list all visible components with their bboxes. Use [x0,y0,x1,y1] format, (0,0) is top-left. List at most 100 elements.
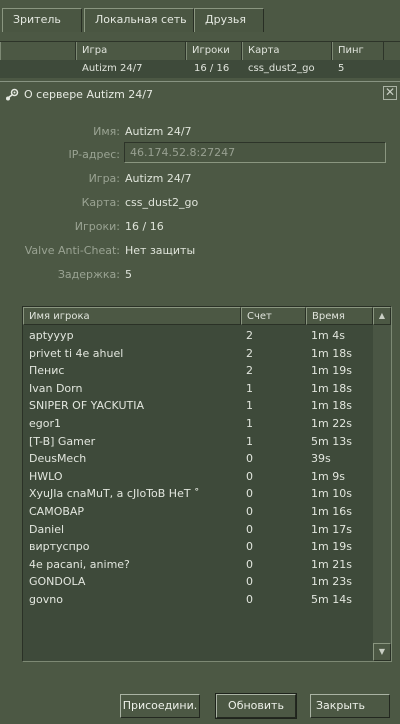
player-row[interactable]: Ivan Dorn 1 1m 18s [23,380,373,398]
ip-field[interactable]: 46.174.52.8:27247 [124,142,386,163]
player-name: Daniel [29,522,65,536]
player-row[interactable]: XyuJIa cnaMuT, a cJIoToB HeT ˚ 0 1m 10s [23,485,373,503]
player-score: 0 [246,592,253,606]
player-row[interactable]: govno 0 5m 14s [23,591,373,609]
player-row[interactable]: Daniel 0 1m 17s [23,521,373,539]
player-name: SNIPER OF YACKUTIA [29,399,144,413]
player-name: CAMOBAP [29,504,85,518]
player-name: [T-B] Gamer [29,434,96,448]
players-label: Игроки: [74,220,120,233]
col-time[interactable]: Время [306,307,373,325]
player-name: HWLO [29,469,63,483]
map-value: css_dust2_go [125,196,199,209]
player-row[interactable]: privet ti 4e ahuel 2 1m 18s [23,345,373,363]
player-score: 0 [246,540,253,554]
name-value: Autizm 24/7 [125,125,192,138]
player-time: 5m 13s [311,434,352,448]
server-row[interactable]: Autizm 24/7 16 / 16 css_dust2_go 5 [0,60,400,78]
steam-icon [6,88,19,101]
name-label: Имя: [93,125,120,138]
player-time: 1m 19s [311,364,352,378]
player-score: 0 [246,487,253,501]
player-score: 0 [246,504,253,518]
player-score: 1 [246,381,253,395]
player-score: 1 [246,399,253,413]
server-ping: 5 [338,63,345,74]
player-score: 1 [246,434,253,448]
server-list-header: Игра Игроки Карта Пинг [0,41,400,60]
join-button[interactable]: Присоедини. [120,694,200,718]
refresh-button[interactable]: Обновить [215,693,297,719]
vac-value: Нет защиты [125,244,196,257]
dialog-title-bar[interactable]: О сервере Autizm 24/7 ✕ [0,82,400,108]
player-row[interactable]: aptyyyp 2 1m 4s [23,327,373,345]
scroll-down-arrow-icon[interactable]: ▼ [373,643,391,661]
server-map: css_dust2_go [248,63,315,74]
latency-value: 5 [125,268,132,281]
player-row[interactable]: DeusMech 0 39s [23,450,373,468]
tab-friends[interactable]: Друзья [194,8,264,32]
col-score[interactable]: Счет [241,307,306,325]
vac-label: Valve Anti-Cheat: [24,244,120,257]
player-row[interactable]: [T-B] Gamer 1 5m 13s [23,433,373,451]
players-value: 16 / 16 [125,220,164,233]
player-name: privet ti 4e ahuel [29,346,124,360]
player-name: govno [29,592,63,606]
player-row[interactable]: CAMOBAP 0 1m 16s [23,503,373,521]
player-time: 1m 22s [311,416,352,430]
player-time: 1m 23s [311,575,352,589]
player-score: 1 [246,416,253,430]
player-row[interactable]: GONDOLA 0 1m 23s [23,573,373,591]
tab-spectator[interactable]: Зритель [2,8,82,32]
tab-lan[interactable]: Локальная сеть [84,8,194,32]
player-time: 1m 16s [311,504,352,518]
player-time: 39s [311,452,331,466]
latency-label: Задержка: [57,268,120,281]
close-button[interactable]: Закрыть [310,694,390,718]
player-score: 0 [246,452,253,466]
game-label: Игра: [88,172,120,185]
player-time: 1m 18s [311,399,352,413]
player-score: 2 [246,329,253,342]
player-name: egor1 [29,416,62,430]
player-time: 1m 4s [311,329,345,342]
col-ping[interactable]: Пинг [332,42,384,60]
player-score: 2 [246,364,253,378]
player-time: 1m 17s [311,522,352,536]
player-row[interactable]: egor1 1 1m 22s [23,415,373,433]
player-score: 0 [246,522,253,536]
player-time: 5m 14s [311,592,352,606]
player-name: DeusMech [29,452,87,466]
player-score: 0 [246,557,253,571]
server-game: Autizm 24/7 [82,63,143,74]
player-score: 0 [246,575,253,589]
player-row[interactable]: виртуспро 0 1m 19s [23,538,373,556]
browser-tabs: Зритель Локальная сеть Друзья [0,0,400,36]
player-name: Пенис [29,364,65,378]
col-players[interactable]: Игроки [186,42,242,60]
player-rows: aptyyyp 2 1m 4s privet ti 4e ahuel 2 1m 18s Пе… [23,327,373,609]
player-name: XyuJIa cnaMuT, a cJIoToB HeT ˚ [29,487,200,501]
player-name: aptyyyp [29,329,74,342]
player-name: GONDOLA [29,575,86,589]
close-icon[interactable]: ✕ [383,86,397,100]
player-list-header: Имя игрока Счет Время [23,307,373,325]
map-label: Карта: [81,196,120,209]
col-icons[interactable] [0,42,76,60]
player-time: 1m 9s [311,469,345,483]
col-game[interactable]: Игра [76,42,186,60]
player-row[interactable]: 4e pacani, anime? 0 1m 21s [23,556,373,574]
player-row[interactable]: SNIPER OF YACKUTIA 1 1m 18s [23,397,373,415]
player-name: виртуспро [29,540,90,554]
server-info-dialog: О сервере Autizm 24/7 ✕ Имя: Autizm 24/7… [0,81,400,724]
player-row[interactable]: Пенис 2 1m 19s [23,362,373,380]
player-time: 1m 19s [311,540,352,554]
scrollbar-track[interactable] [373,325,391,643]
scroll-up-arrow-icon[interactable]: ▲ [373,307,391,325]
col-map[interactable]: Карта [242,42,332,60]
col-player-name[interactable]: Имя игрока [23,307,241,325]
player-time: 1m 18s [311,381,352,395]
player-row[interactable]: HWLO 0 1m 9s [23,468,373,486]
server-players: 16 / 16 [194,63,230,74]
ip-label: IP-адрес: [68,148,120,161]
